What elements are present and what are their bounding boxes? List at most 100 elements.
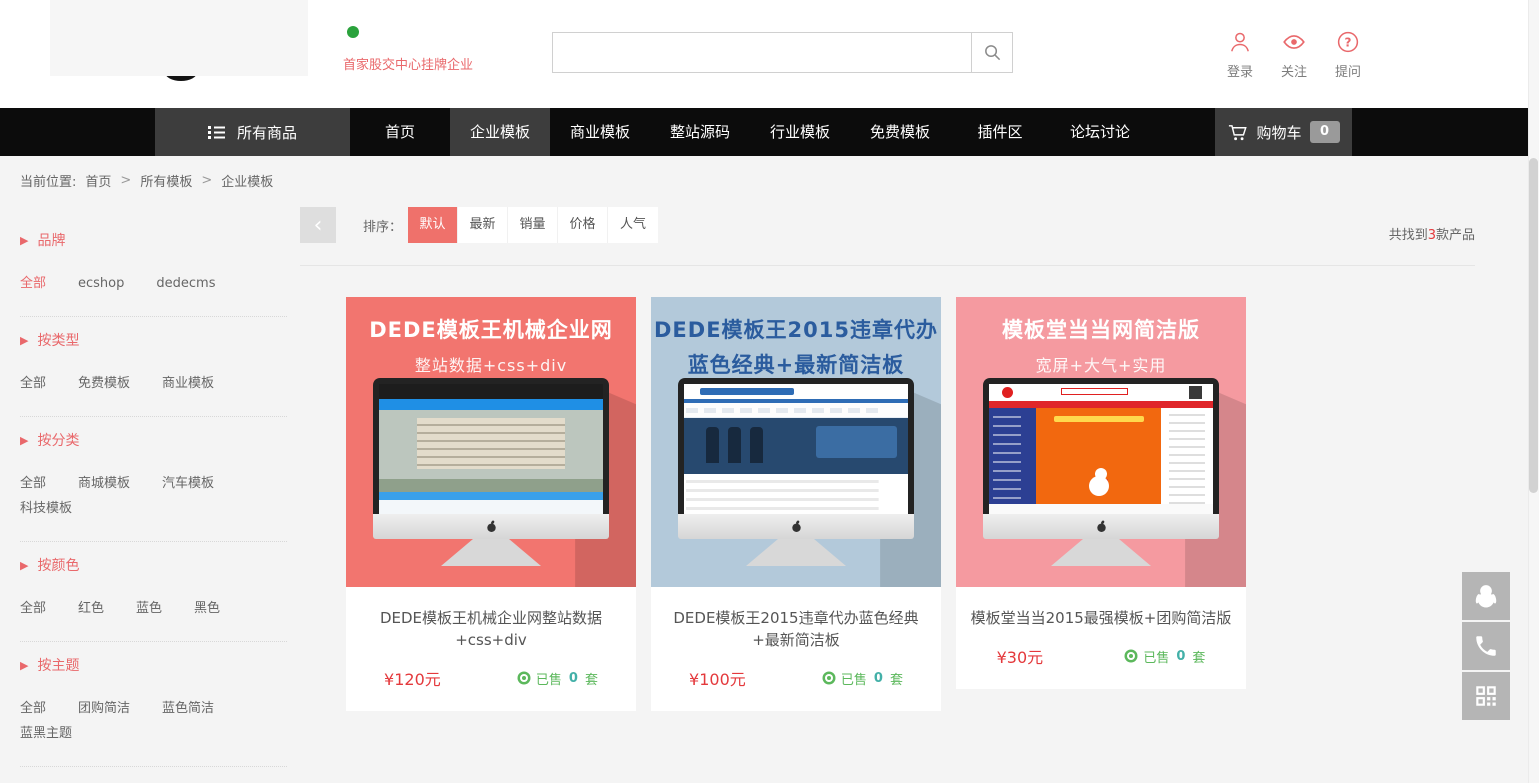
ask-button[interactable]: ? 提问 <box>1321 30 1375 80</box>
nav-item-business-templates[interactable]: 商业模板 <box>550 108 650 156</box>
screenshot-art <box>379 410 603 492</box>
sort-price[interactable]: 价格 <box>558 207 608 243</box>
nav-item-free-templates[interactable]: 免费模板 <box>850 108 950 156</box>
monitor-bezel <box>678 378 914 514</box>
chevron-left-icon: ‹ <box>314 213 323 238</box>
product-card[interactable]: DEDE模板王机械企业网 整站数据+css+div <box>346 297 636 711</box>
filter-option-blue[interactable]: 蓝色 <box>136 601 162 617</box>
sold-label: 已售 <box>536 669 562 688</box>
screenshot-art <box>706 427 719 463</box>
monitor-chin <box>678 514 914 539</box>
product-title[interactable]: 模板堂当当2015最强模板+团购简洁版 <box>968 607 1234 629</box>
login-button[interactable]: 登录 <box>1213 30 1267 80</box>
filter-sidebar: ▶ 品牌 全部 ecshop dedecms ▶ 按类型 全部 免费模板 <box>0 205 300 783</box>
screenshot-art <box>1189 386 1202 399</box>
triangle-icon: ▶ <box>20 335 28 346</box>
divider <box>20 541 287 542</box>
product-sold: 已售 0 套 <box>822 669 903 688</box>
scrollbar[interactable] <box>1528 0 1539 783</box>
follow-button[interactable]: 关注 <box>1267 30 1321 80</box>
filter-option-commercial[interactable]: 商业模板 <box>162 376 214 392</box>
sold-icon <box>1124 649 1138 663</box>
screenshot-art <box>379 399 603 410</box>
filter-section-color: ▶ 按颜色 全部 红色 蓝色 黑色 <box>20 555 287 642</box>
breadcrumb-prefix: 当前位置: <box>20 171 76 190</box>
monitor-stand <box>746 539 846 566</box>
qq-icon <box>1473 583 1499 609</box>
nav-item-full-site-source[interactable]: 整站源码 <box>650 108 750 156</box>
all-products-menu[interactable]: 所有商品 <box>155 108 350 156</box>
sold-unit: 套 <box>585 669 598 688</box>
phone-contact-button[interactable] <box>1462 622 1510 670</box>
sort-popularity[interactable]: 人气 <box>608 207 658 243</box>
filter-option-blue-clean[interactable]: 蓝色简洁 <box>162 701 214 717</box>
filter-option-auto[interactable]: 汽车模板 <box>162 476 214 492</box>
nav-item-enterprise-templates[interactable]: 企业模板 <box>450 108 550 156</box>
qrcode-button[interactable] <box>1462 672 1510 720</box>
filter-option-red[interactable]: 红色 <box>78 601 104 617</box>
filter-option-blueblack-theme[interactable]: 蓝黑主题 <box>20 726 72 742</box>
filter-option-ecshop[interactable]: ecshop <box>78 276 124 292</box>
screenshot-art <box>989 408 1213 504</box>
sort-sales[interactable]: 销量 <box>508 207 558 243</box>
nav-item-forum[interactable]: 论坛讨论 <box>1050 108 1150 156</box>
breadcrumb: 当前位置: 首页 > 所有模板 > 企业模板 <box>0 156 1539 205</box>
filter-option-all[interactable]: 全部 <box>20 276 46 292</box>
screenshot-art <box>379 479 603 492</box>
monitor-chin <box>983 514 1219 539</box>
filter-section-title: 按类型 <box>37 330 79 350</box>
all-products-label: 所有商品 <box>237 122 297 143</box>
filter-option-black[interactable]: 黑色 <box>194 601 220 617</box>
product-banner: 模板堂当当网简洁版 宽屏+大气+实用 <box>956 297 1246 587</box>
page: 首家股交中心挂牌企业 登录 关注 <box>0 0 1539 783</box>
filter-option-groupbuy-clean[interactable]: 团购简洁 <box>78 701 130 717</box>
screenshot-art <box>684 384 908 399</box>
product-meta: ¥30元 已售 0 套 <box>956 644 1246 689</box>
cart-button[interactable]: 购物车 0 <box>1215 108 1352 156</box>
filter-option-mall[interactable]: 商城模板 <box>78 476 130 492</box>
cart-count-badge: 0 <box>1310 121 1340 143</box>
product-title[interactable]: DEDE模板王机械企业网整站数据+css+div <box>358 607 624 651</box>
triangle-icon: ▶ <box>20 660 28 671</box>
nav-item-industry-templates[interactable]: 行业模板 <box>750 108 850 156</box>
product-meta: ¥100元 已售 0 套 <box>651 666 941 711</box>
question-icon: ? <box>1336 30 1360 54</box>
sort-toolbar: ‹ 排序： 默认 最新 销量 价格 人气 共找到3款产品 <box>300 207 1475 243</box>
breadcrumb-enterprise-templates[interactable]: 企业模板 <box>221 171 273 190</box>
filter-option-tech[interactable]: 科技模板 <box>20 501 72 517</box>
search-input[interactable] <box>552 32 971 73</box>
nav-item-home[interactable]: 首页 <box>350 108 450 156</box>
product-screenshot <box>989 384 1213 514</box>
filter-option-all[interactable]: 全部 <box>20 701 46 717</box>
filter-option-all[interactable]: 全部 <box>20 476 46 492</box>
scrollbar-thumb[interactable] <box>1529 158 1538 493</box>
screenshot-art <box>989 384 1213 401</box>
result-count: 共找到3款产品 <box>1389 224 1475 243</box>
filter-option-all[interactable]: 全部 <box>20 601 46 617</box>
sold-count: 0 <box>874 671 883 686</box>
filter-option-dedecms[interactable]: dedecms <box>156 276 215 292</box>
sort-label: 排序： <box>363 216 402 235</box>
breadcrumb-all-templates[interactable]: 所有模板 <box>140 171 192 190</box>
product-title[interactable]: DEDE模板王2015违章代办蓝色经典+最新简洁板 <box>663 607 929 651</box>
monitor-graphic <box>983 378 1219 566</box>
filter-option-all[interactable]: 全部 <box>20 376 46 392</box>
product-card[interactable]: DEDE模板王2015违章代办 蓝色经典+最新简洁板 <box>651 297 941 711</box>
screenshot-art <box>417 418 565 469</box>
sort-default[interactable]: 默认 <box>408 207 458 243</box>
qrcode-icon <box>1473 683 1499 709</box>
search-button[interactable] <box>971 32 1013 73</box>
slogan-text: 首家股交中心挂牌企业 <box>343 54 493 73</box>
sold-label: 已售 <box>1143 647 1169 666</box>
sold-unit: 套 <box>890 669 903 688</box>
filter-option-free[interactable]: 免费模板 <box>78 376 130 392</box>
product-card[interactable]: 模板堂当当网简洁版 宽屏+大气+实用 <box>956 297 1246 689</box>
banner-subtitle: 整站数据+css+div <box>346 352 636 376</box>
breadcrumb-home[interactable]: 首页 <box>85 171 111 190</box>
nav-item-plugins[interactable]: 插件区 <box>950 108 1050 156</box>
product-banner: DEDE模板王2015违章代办 蓝色经典+最新简洁板 <box>651 297 941 587</box>
filter-section-title: 品牌 <box>37 230 65 250</box>
sort-newest[interactable]: 最新 <box>458 207 508 243</box>
collapse-sidebar-button[interactable]: ‹ <box>300 207 336 243</box>
qq-contact-button[interactable] <box>1462 572 1510 620</box>
